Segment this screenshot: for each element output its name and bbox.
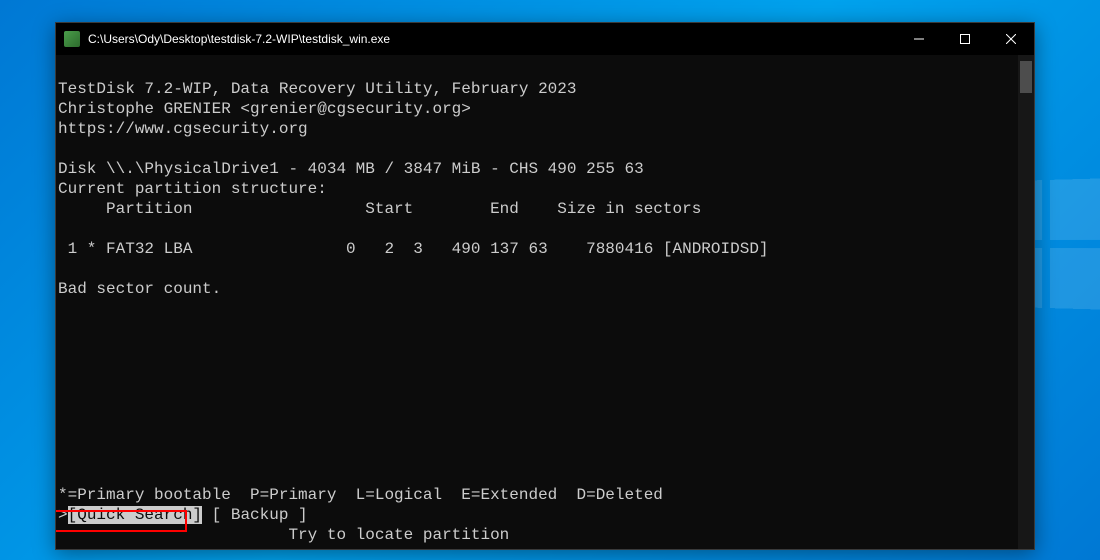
maximize-icon (960, 34, 970, 44)
close-button[interactable] (988, 23, 1034, 55)
titlebar[interactable]: C:\Users\Ody\Desktop\testdisk-7.2-WIP\te… (56, 23, 1034, 55)
minimize-button[interactable] (896, 23, 942, 55)
scrollbar-thumb[interactable] (1020, 61, 1032, 93)
app-icon (64, 31, 80, 47)
console-output[interactable]: TestDisk 7.2-WIP, Data Recovery Utility,… (56, 55, 1034, 549)
header-line2: Christophe GRENIER <grenier@cgsecurity.o… (58, 100, 471, 118)
legend-line: *=Primary bootable P=Primary L=Logical E… (58, 486, 663, 504)
partition-columns: Partition Start End Size in sectors (58, 200, 701, 218)
minimize-icon (914, 34, 924, 44)
bad-sector-status: Bad sector count. (58, 280, 221, 298)
backup-option[interactable]: [ Backup ] (202, 506, 308, 524)
quick-search-option[interactable]: [Quick Search] (68, 506, 202, 524)
partition-row: 1 * FAT32 LBA 0 2 3 490 137 63 7880416 [… (58, 240, 769, 258)
disk-info: Disk \\.\PhysicalDrive1 - 4034 MB / 3847… (58, 160, 644, 178)
header-line1: TestDisk 7.2-WIP, Data Recovery Utility,… (58, 80, 576, 98)
maximize-button[interactable] (942, 23, 988, 55)
console-window: C:\Users\Ody\Desktop\testdisk-7.2-WIP\te… (55, 22, 1035, 550)
partition-structure-label: Current partition structure: (58, 180, 327, 198)
window-title: C:\Users\Ody\Desktop\testdisk-7.2-WIP\te… (88, 32, 896, 46)
close-icon (1006, 34, 1016, 44)
header-line3: https://www.cgsecurity.org (58, 120, 308, 138)
scrollbar[interactable] (1018, 55, 1034, 549)
menu-hint: Try to locate partition (58, 526, 509, 544)
menu-cursor: > (58, 506, 68, 524)
